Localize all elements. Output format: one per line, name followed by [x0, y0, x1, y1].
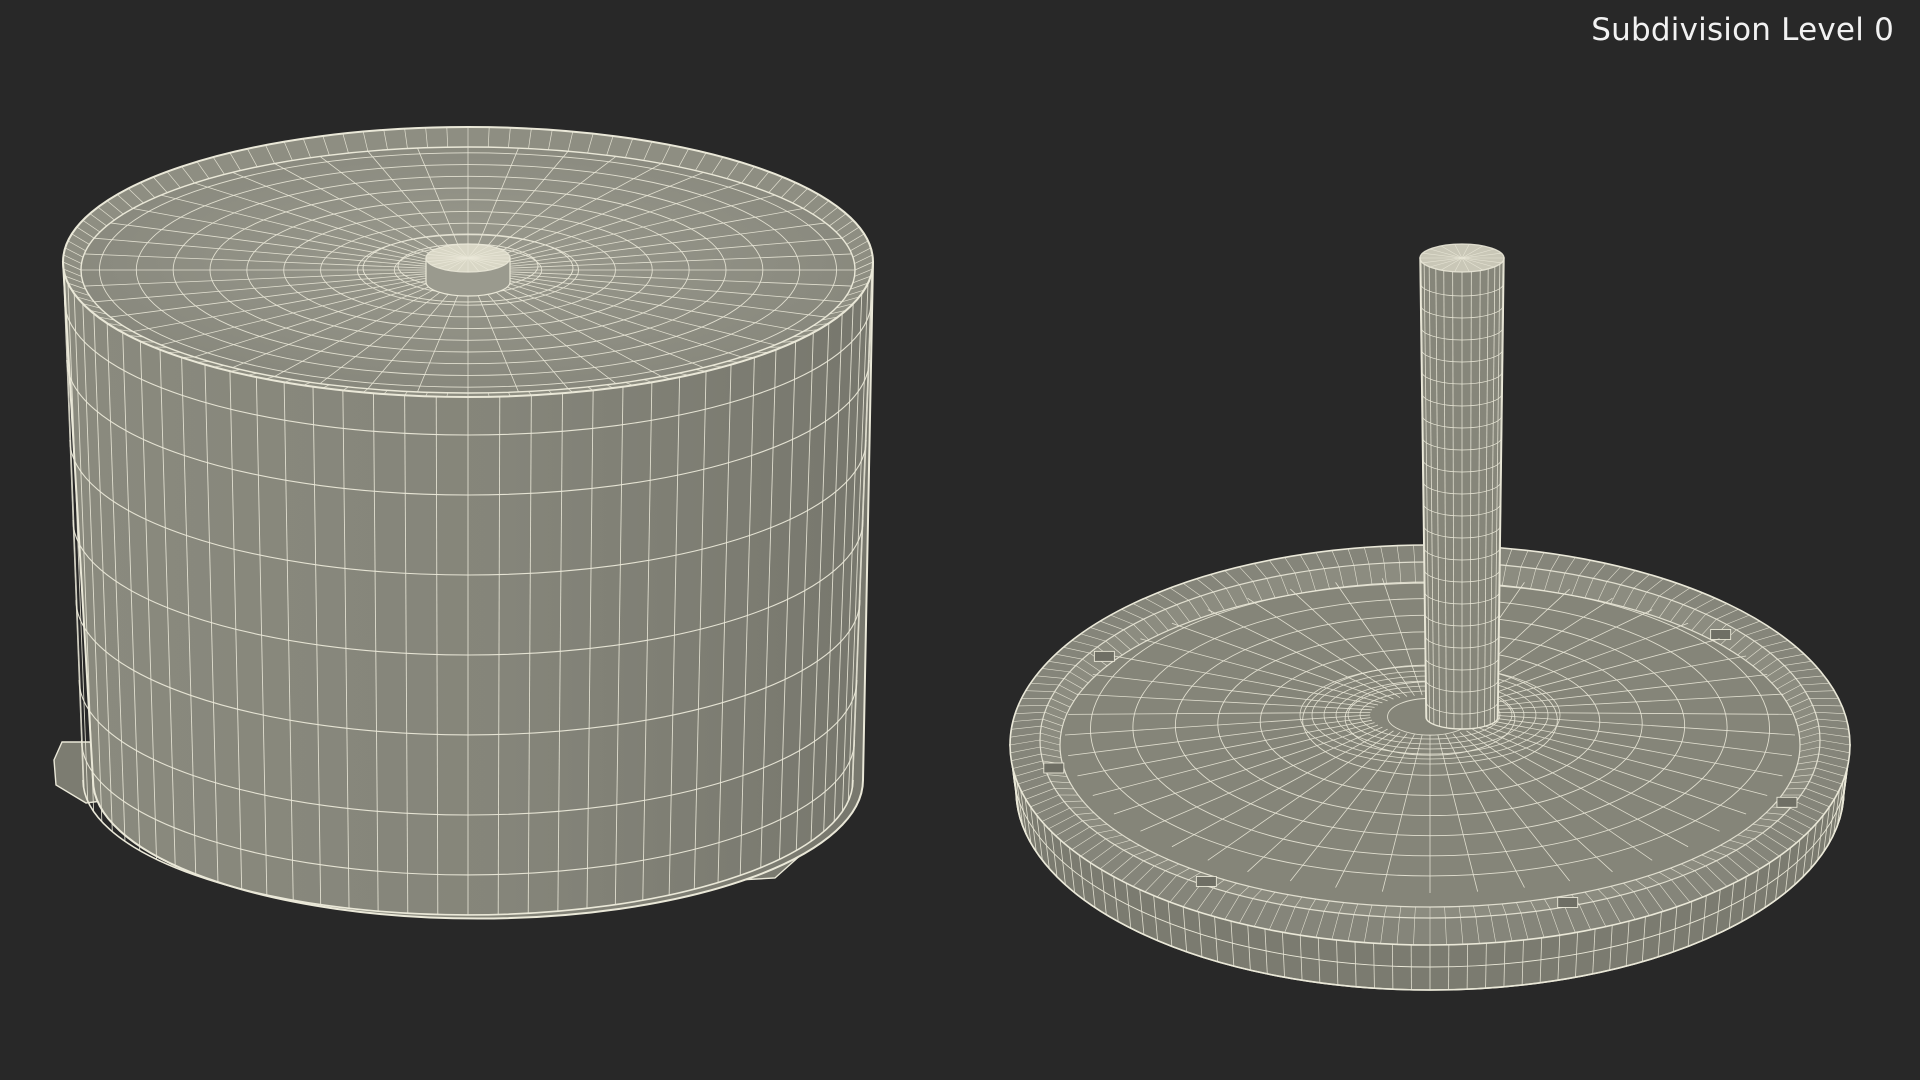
subdivision-level-label: Subdivision Level 0 — [1591, 12, 1894, 48]
render-viewport: Subdivision Level 0 — [0, 0, 1920, 1080]
cylinder-container-body[interactable] — [53, 126, 875, 920]
spindle-base[interactable] — [1009, 243, 1851, 991]
base-spindle-post — [1419, 243, 1505, 730]
wireframe-scene — [53, 126, 1851, 991]
